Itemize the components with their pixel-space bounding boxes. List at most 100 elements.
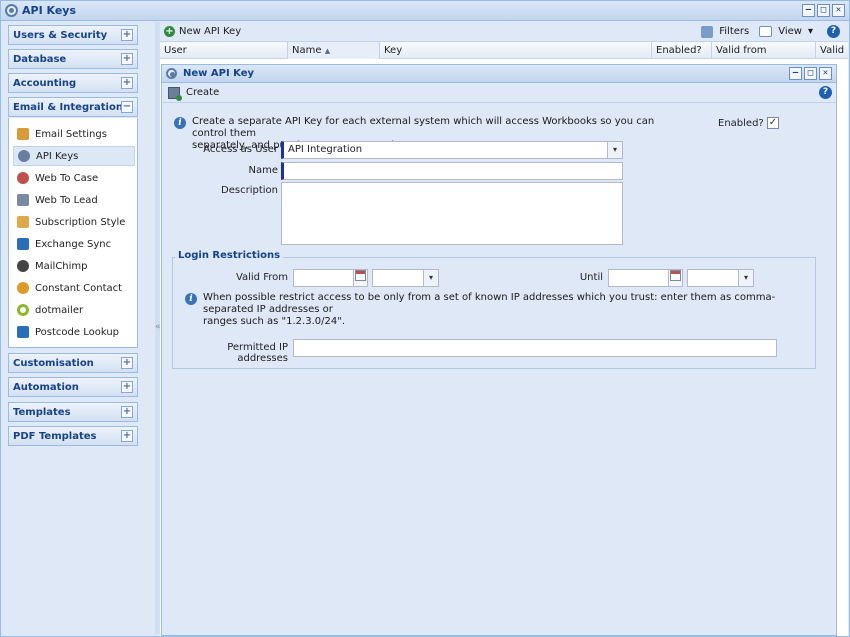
add-icon[interactable]: + <box>164 26 175 37</box>
nav-item-label: Constant Contact <box>35 282 123 294</box>
help-icon[interactable]: ? <box>827 25 840 38</box>
email-integration-list: Email Settings API Keys Web To Case Web … <box>8 118 138 348</box>
dialog-title-bar: New API Key – □ ✕ <box>162 65 836 83</box>
nav-item-postcode-lookup[interactable]: Postcode Lookup <box>13 322 135 342</box>
nav-section-automation[interactable]: Automation + <box>8 377 138 397</box>
new-api-key-dialog: New API Key – □ ✕ Create ? i Create a se… <box>161 64 837 636</box>
nav-item-label: Web To Case <box>35 172 99 184</box>
nav-item-label: MailChimp <box>35 260 88 272</box>
dropdown-arrow-icon[interactable]: ▾ <box>738 270 753 286</box>
maximize-button[interactable]: □ <box>817 4 830 17</box>
toolbar-right: Filters View ▾ ? <box>701 25 840 38</box>
nav-section-label: Users & Security <box>13 29 108 41</box>
description-label: Description <box>221 185 278 196</box>
login-restrictions-legend: Login Restrictions <box>175 250 284 261</box>
access-as-user-label: Access as User <box>203 144 278 155</box>
until-time-select[interactable]: ▾ <box>687 269 754 287</box>
date-picker-trigger[interactable] <box>353 270 367 286</box>
nav-section-accounting[interactable]: Accounting + <box>8 73 138 93</box>
window-tools: – □ ✕ <box>802 4 845 17</box>
expand-icon[interactable]: + <box>121 357 133 369</box>
nav-item-mailchimp[interactable]: MailChimp <box>13 256 135 276</box>
person-icon <box>17 172 29 184</box>
main-toolbar: + New API Key Filters View ▾ ? <box>160 22 848 42</box>
expand-icon[interactable]: + <box>121 77 133 89</box>
column-label: Name <box>292 45 322 56</box>
description-textarea[interactable] <box>281 182 623 245</box>
permitted-ip-input[interactable] <box>293 339 777 357</box>
enabled-checkbox[interactable]: ✓ <box>767 117 779 129</box>
minimize-button[interactable]: – <box>802 4 815 17</box>
nav-section-email-integration[interactable]: Email & Integration − <box>8 97 138 117</box>
dropdown-arrow-icon[interactable]: ▾ <box>423 270 438 286</box>
expand-icon[interactable]: + <box>121 29 133 41</box>
nav-item-subscription-style[interactable]: Subscription Style <box>13 212 135 232</box>
dropdown-arrow-icon[interactable]: ▾ <box>607 142 622 158</box>
subscription-icon <box>17 216 29 228</box>
gear-icon <box>166 68 177 79</box>
info-icon: i <box>185 293 197 305</box>
nav-item-web-to-lead[interactable]: Web To Lead <box>13 190 135 210</box>
expand-icon[interactable]: + <box>121 406 133 418</box>
close-button[interactable]: ✕ <box>832 4 845 17</box>
gear-icon <box>18 150 30 162</box>
nav-section-pdf-templates[interactable]: PDF Templates + <box>8 426 138 446</box>
nav-item-web-to-case[interactable]: Web To Case <box>13 168 135 188</box>
nav-item-email-settings[interactable]: Email Settings <box>13 124 135 144</box>
nav-section-customisation[interactable]: Customisation + <box>8 353 138 373</box>
collapse-icon[interactable]: − <box>121 101 133 113</box>
nav-item-label: Subscription Style <box>35 216 126 228</box>
nav-item-dotmailer[interactable]: dotmailer <box>13 300 135 320</box>
intro-line: Create a separate API Key for each exter… <box>192 116 655 139</box>
nav-item-label: Web To Lead <box>35 194 98 206</box>
column-key[interactable]: Key <box>380 42 652 59</box>
calendar-icon <box>355 270 366 281</box>
name-input[interactable] <box>281 162 623 180</box>
view-dropdown-icon[interactable]: ▾ <box>808 26 813 37</box>
column-valid-until[interactable]: Valid u <box>816 42 848 73</box>
permitted-ip-label: Permitted IP addresses <box>227 342 288 364</box>
save-icon[interactable] <box>168 86 182 101</box>
api-key-form: i Create a separate API Key for each ext… <box>168 111 832 631</box>
nav-item-constant-contact[interactable]: Constant Contact <box>13 278 135 298</box>
column-enabled[interactable]: Enabled? <box>652 42 712 59</box>
nav-section-templates[interactable]: Templates + <box>8 402 138 422</box>
new-api-key-button[interactable]: New API Key <box>179 26 241 37</box>
column-name[interactable]: Name ▲ <box>288 42 380 59</box>
nav-item-label: Email Settings <box>35 128 107 140</box>
nav-section-label: Database <box>13 53 67 65</box>
help-icon[interactable]: ? <box>819 86 832 99</box>
sort-asc-icon: ▲ <box>324 47 331 55</box>
expand-icon[interactable]: + <box>121 430 133 442</box>
nav-section-users-security[interactable]: Users & Security + <box>8 25 138 45</box>
access-as-user-select[interactable]: API Integration ▾ <box>281 141 623 159</box>
nav-item-exchange-sync[interactable]: Exchange Sync <box>13 234 135 254</box>
view-button[interactable]: View <box>778 26 802 37</box>
exchange-icon <box>17 238 29 250</box>
minimize-button[interactable]: – <box>789 67 802 80</box>
create-button[interactable]: Create <box>186 87 219 98</box>
email-settings-icon <box>17 128 29 140</box>
nav-item-api-keys[interactable]: API Keys <box>13 146 135 166</box>
filters-button[interactable]: Filters <box>719 26 749 37</box>
column-user[interactable]: User <box>160 42 288 59</box>
access-as-user-value: API Integration <box>288 144 363 155</box>
valid-from-date-input[interactable] <box>293 269 368 287</box>
dialog-title: New API Key <box>183 68 255 79</box>
info-icon: i <box>174 117 186 129</box>
nav-section-database[interactable]: Database + <box>8 49 138 69</box>
ip-info-line: When possible restrict access to be only… <box>203 292 776 315</box>
expand-icon[interactable]: + <box>121 53 133 65</box>
close-button[interactable]: ✕ <box>819 67 832 80</box>
postcode-icon <box>17 326 29 338</box>
date-picker-trigger[interactable] <box>668 270 682 286</box>
expand-icon[interactable]: + <box>121 381 133 393</box>
valid-from-time-select[interactable]: ▾ <box>372 269 439 287</box>
ip-info-line: ranges such as "1.2.3.0/24". <box>203 316 346 327</box>
maximize-button[interactable]: □ <box>804 67 817 80</box>
filter-icon[interactable] <box>701 25 714 38</box>
view-icon[interactable] <box>759 26 773 37</box>
dotmailer-icon <box>17 304 29 316</box>
until-date-input[interactable] <box>608 269 683 287</box>
column-valid-from[interactable]: Valid from <box>712 42 816 59</box>
